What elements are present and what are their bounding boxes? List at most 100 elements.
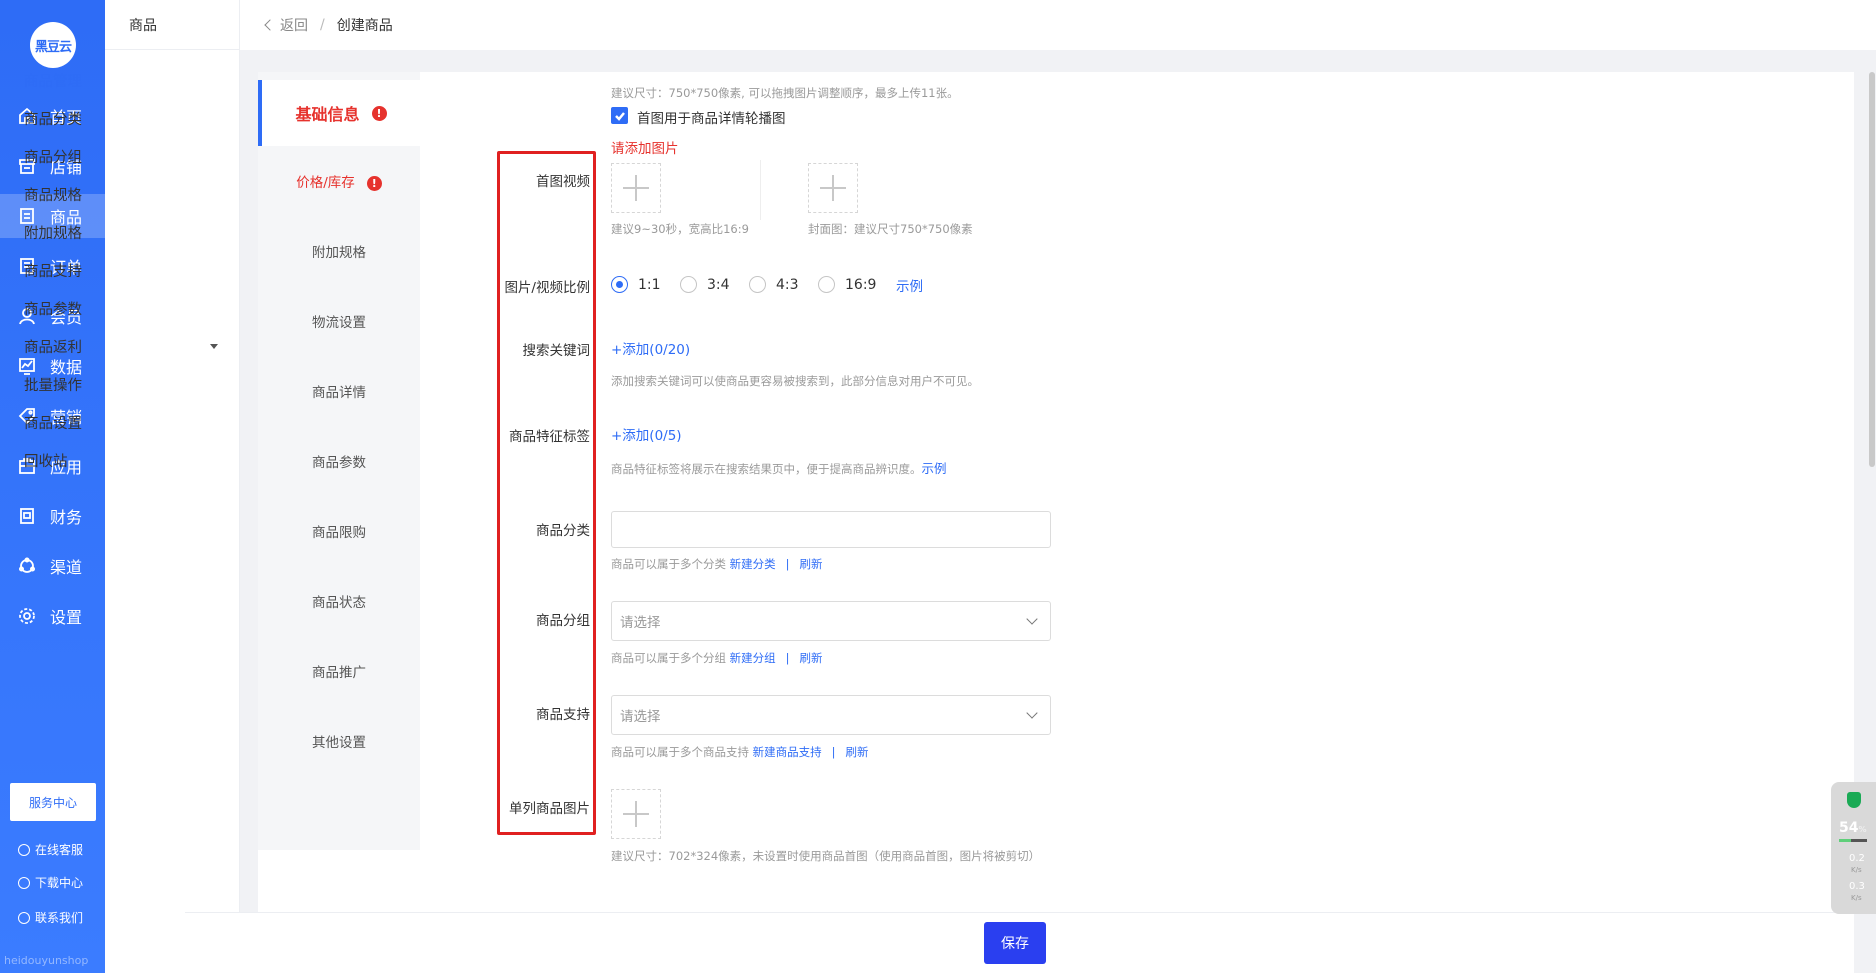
sub-item-goods-spec[interactable]: 商品规格	[24, 184, 82, 205]
cover-upload[interactable]	[808, 163, 858, 213]
download-center-link[interactable]: 下载中心	[18, 874, 83, 891]
sub-item-batch-ops[interactable]: 批量操作	[24, 374, 82, 395]
radio-dot	[818, 276, 835, 293]
back-button[interactable]: 返回	[264, 15, 308, 35]
tab-basic-info[interactable]: 基础信息!	[258, 80, 420, 146]
ratio-option-3-4[interactable]: 3:4	[680, 276, 730, 293]
tags-label: 商品特征标签	[509, 429, 590, 445]
logo[interactable]: 黑豆云	[30, 22, 76, 68]
online-service-link[interactable]: 在线客服	[18, 841, 83, 858]
keywords-label: 搜索关键词	[522, 343, 591, 359]
tab-logistics[interactable]: 物流设置	[258, 311, 420, 331]
sub-item-goods-group[interactable]: 商品分组	[24, 146, 82, 167]
single-image-upload[interactable]	[611, 789, 661, 839]
download-speed: 0.3	[1849, 881, 1865, 892]
ratio-label: 图片/视频比例	[504, 280, 590, 296]
tab-label: 价格/库存	[296, 175, 355, 191]
nav-item-channel[interactable]: 渠道	[0, 544, 105, 588]
ratio-example-link[interactable]: 示例	[896, 275, 923, 295]
contact-us-link[interactable]: 联系我们	[18, 909, 83, 926]
sub-nav-title: 商品	[105, 0, 239, 50]
sub-item-goods-category[interactable]: 商品分类	[24, 108, 82, 129]
refresh-category-link[interactable]: 刷新	[800, 557, 823, 571]
percent-unit: %	[1858, 825, 1867, 834]
group-label: 商品分组	[536, 613, 590, 629]
link-separator: |	[831, 745, 836, 759]
new-support-link[interactable]: 新建商品支持	[753, 745, 822, 759]
add-tag-button[interactable]: +添加(0/5)	[611, 424, 682, 444]
chevron-down-icon[interactable]	[210, 344, 218, 349]
single-image-hint: 建议尺寸：702*324像素，未设置时使用商品首图（使用商品首图，图片将被剪切）	[611, 849, 1041, 863]
plus-icon	[623, 801, 649, 827]
download-unit: K/s	[1851, 894, 1862, 902]
add-keyword-button[interactable]: +添加(0/20)	[611, 338, 690, 358]
ratio-option-label: 16:9	[845, 276, 877, 293]
link-separator: |	[785, 557, 790, 571]
tab-status[interactable]: 商品状态	[258, 591, 420, 611]
new-category-link[interactable]: 新建分类	[730, 557, 776, 571]
form-card	[258, 72, 1854, 912]
tab-params[interactable]: 商品参数	[258, 451, 420, 471]
warning-icon: !	[366, 175, 382, 191]
breadcrumb: 返回 / 创建商品	[240, 0, 1876, 50]
scrollbar-thumb[interactable]	[1869, 72, 1875, 467]
sub-item-recycle-bin[interactable]: 回收站	[24, 450, 68, 471]
nav-item-label: 设置	[50, 608, 83, 627]
service-center-button[interactable]: 服务中心	[10, 783, 96, 821]
carousel-checkbox-label: 首图用于商品详情轮播图	[637, 111, 786, 127]
avatar-icon	[18, 843, 30, 856]
channel-icon	[18, 557, 36, 575]
tab-other-settings[interactable]: 其他设置	[258, 731, 420, 751]
sub-item-goods-rebate[interactable]: 商品返利	[24, 336, 82, 357]
ratio-option-1-1[interactable]: 1:1	[611, 276, 661, 293]
upload-speed: 0.2	[1849, 853, 1865, 864]
tab-extra-spec[interactable]: 附加规格	[258, 241, 420, 261]
group-hint: 商品可以属于多个分组	[611, 651, 726, 665]
tab-details[interactable]: 商品详情	[258, 381, 420, 401]
ratio-option-label: 1:1	[638, 276, 661, 293]
nav-item-label: 渠道	[50, 558, 83, 577]
chart-icon	[18, 357, 36, 375]
sub-item-goods-settings[interactable]: 商品设置	[24, 412, 82, 433]
ratio-option-4-3[interactable]: 4:3	[749, 276, 799, 293]
category-hint-row: 商品可以属于多个分类 新建分类 | 刷新	[611, 556, 823, 572]
ratio-option-label: 3:4	[707, 276, 730, 293]
sub-item-goods-management[interactable]: 商品管理	[24, 70, 82, 91]
download-center-label: 下载中心	[35, 876, 84, 890]
save-button[interactable]: 保存	[984, 922, 1046, 964]
video-upload[interactable]	[611, 163, 661, 213]
divider	[760, 160, 761, 220]
tags-hint-row: 商品特征标签将展示在搜索结果页中，便于提高商品辨识度。示例	[611, 458, 947, 477]
category-input[interactable]	[611, 511, 1051, 548]
group-select-placeholder: 请选择	[620, 615, 661, 631]
nav-item-finance[interactable]: 财务	[0, 494, 105, 538]
sub-item-goods-params[interactable]: 商品参数	[24, 298, 82, 319]
tab-price-stock[interactable]: 价格/库存!	[258, 171, 420, 191]
breadcrumb-separator: /	[320, 17, 325, 33]
sub-item-extra-spec[interactable]: 附加规格	[24, 222, 82, 243]
new-group-link[interactable]: 新建分组	[730, 651, 776, 665]
cover-hint: 封面图：建议尺寸750*750像素	[808, 222, 973, 236]
radio-dot	[749, 276, 766, 293]
support-select[interactable]: 请选择	[611, 695, 1051, 735]
network-monitor-widget[interactable]: 54% 0.2 K/s 0.3 K/s	[1831, 782, 1876, 914]
refresh-support-link[interactable]: 刷新	[846, 745, 869, 759]
image-size-hint: 建议尺寸：750*750像素, 可以拖拽图片调整顺序，最多上传11张。	[611, 86, 959, 100]
nav-item-settings[interactable]: 设置	[0, 594, 105, 638]
sub-item-goods-support[interactable]: 商品支持	[24, 260, 82, 281]
cpu-percent: 54%	[1839, 820, 1867, 836]
radio-dot	[611, 276, 628, 293]
tab-purchase-limit[interactable]: 商品限购	[258, 521, 420, 541]
sub-nav: 商品	[105, 0, 240, 973]
section-tabs: 基础信息! 价格/库存! 附加规格 物流设置 商品详情 商品参数 商品限购 商品…	[258, 72, 420, 850]
radio-dot	[680, 276, 697, 293]
link-separator: |	[785, 651, 790, 665]
tags-example-link[interactable]: 示例	[922, 461, 947, 476]
ratio-option-16-9[interactable]: 16:9	[818, 276, 876, 293]
tab-promotion[interactable]: 商品推广	[258, 661, 420, 681]
percent-value: 54	[1839, 820, 1859, 836]
group-select[interactable]: 请选择	[611, 601, 1051, 641]
plus-icon	[623, 175, 649, 201]
refresh-group-link[interactable]: 刷新	[800, 651, 823, 665]
carousel-checkbox[interactable]	[611, 107, 628, 124]
